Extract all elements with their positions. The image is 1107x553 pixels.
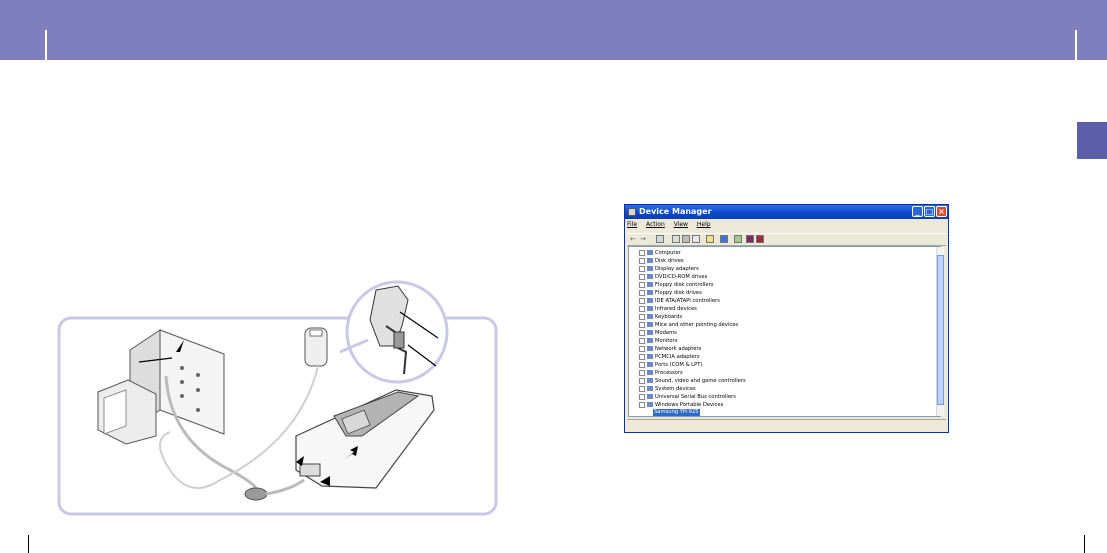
help-icon[interactable]	[706, 235, 714, 243]
selected-device[interactable]: Samsung YH-925	[653, 409, 700, 416]
properties-icon[interactable]	[656, 235, 664, 243]
computer-monitor	[97, 379, 157, 445]
tree-item[interactable]: Disk drives	[639, 257, 684, 265]
minimize-icon[interactable]: _	[912, 206, 923, 217]
tree-item[interactable]: Keyboards	[639, 313, 682, 321]
view-icon[interactable]	[720, 235, 728, 243]
keyboard-icon	[647, 314, 653, 319]
floppy-controller-icon	[647, 282, 653, 287]
tree-scrollbar[interactable]	[936, 247, 944, 416]
ide-icon	[647, 298, 653, 303]
tree-item[interactable]: Infrared devices	[639, 305, 697, 313]
tree-item[interactable]: Computer	[639, 249, 681, 257]
usb-connection-illustration	[57, 280, 498, 516]
dvd-icon	[647, 274, 653, 279]
tree-item[interactable]: Sound, video and game controllers	[639, 377, 746, 385]
disable-icon[interactable]	[756, 235, 764, 243]
chapter-tab	[1077, 122, 1107, 159]
toolbar: ← →	[627, 233, 946, 246]
tree-item[interactable]: PCMCIA adapters	[639, 353, 700, 361]
display-icon	[647, 266, 653, 271]
computer-icon	[647, 250, 653, 255]
tree-item[interactable]: Modems	[639, 329, 677, 337]
network-icon	[647, 346, 653, 351]
tree-item[interactable]: Floppy disk drives	[639, 289, 702, 297]
tree-item[interactable]: DVD/CD-ROM drives	[639, 273, 707, 281]
tree-item[interactable]: Floppy disk controllers	[639, 281, 713, 289]
device-manager-icon	[628, 208, 636, 216]
menu-action[interactable]: Action	[646, 221, 665, 228]
titlebar: Device Manager	[625, 205, 948, 219]
menu-file[interactable]: File	[627, 221, 637, 228]
page-tick-left	[28, 535, 29, 553]
page-tick-right	[1084, 535, 1085, 553]
tree-item[interactable]: Universal Serial Bus controllers	[639, 393, 736, 401]
forward-icon[interactable]: →	[640, 235, 648, 243]
window-title: Device Manager	[639, 207, 712, 216]
scan-icon[interactable]	[672, 235, 680, 243]
portable-devices-icon	[647, 402, 653, 407]
sound-icon	[647, 378, 653, 383]
pcmcia-icon	[647, 354, 653, 359]
usb-adapter	[304, 327, 328, 367]
tree-item[interactable]: Mice and other pointing devices	[639, 321, 738, 329]
tree-item[interactable]: Monitors	[639, 337, 677, 345]
processor-icon	[647, 370, 653, 375]
tree-item[interactable]: IDE ATA/ATAPI controllers	[639, 297, 720, 305]
ports-icon	[647, 362, 653, 367]
mp3-player	[295, 389, 435, 489]
tree-item[interactable]: Display adapters	[639, 265, 699, 273]
usb-icon	[647, 394, 653, 399]
tree-item[interactable]: Ports (COM & LPT)	[639, 361, 702, 369]
monitor-icon	[647, 338, 653, 343]
scrollbar-thumb[interactable]	[937, 255, 944, 405]
tree-item[interactable]: System devices	[639, 385, 696, 393]
status-bar	[627, 419, 946, 430]
device-manager-window: Device Manager _ □ × File Action View He…	[624, 204, 949, 433]
modem-icon	[647, 330, 653, 335]
menu-help[interactable]: Help	[697, 221, 711, 228]
back-icon[interactable]: ←	[630, 235, 638, 243]
mouse-icon	[647, 322, 653, 327]
system-icon	[647, 386, 653, 391]
close-icon[interactable]: ×	[936, 206, 947, 217]
hardware-icon[interactable]	[734, 235, 742, 243]
floppy-drive-icon	[647, 290, 653, 295]
tree-item[interactable]: Processors	[639, 369, 683, 377]
menu-bar: File Action View Help	[627, 221, 718, 231]
infrared-icon	[647, 306, 653, 311]
maximize-icon[interactable]: □	[924, 206, 935, 217]
print-icon[interactable]	[682, 235, 690, 243]
disk-icon	[647, 258, 653, 263]
uninstall-icon[interactable]	[746, 235, 754, 243]
header-tick-right	[1075, 30, 1077, 60]
update-icon[interactable]	[692, 235, 700, 243]
menu-view[interactable]: View	[674, 221, 688, 228]
tree-item[interactable]: Network adapters	[639, 345, 701, 353]
header-tick-left	[45, 30, 47, 60]
tree-item[interactable]: Windows Portable Devices	[639, 401, 723, 409]
header-band	[0, 0, 1107, 60]
device-tree: Computer Disk drives Display adapters DV…	[628, 246, 944, 417]
cable-ferrite	[244, 487, 268, 501]
